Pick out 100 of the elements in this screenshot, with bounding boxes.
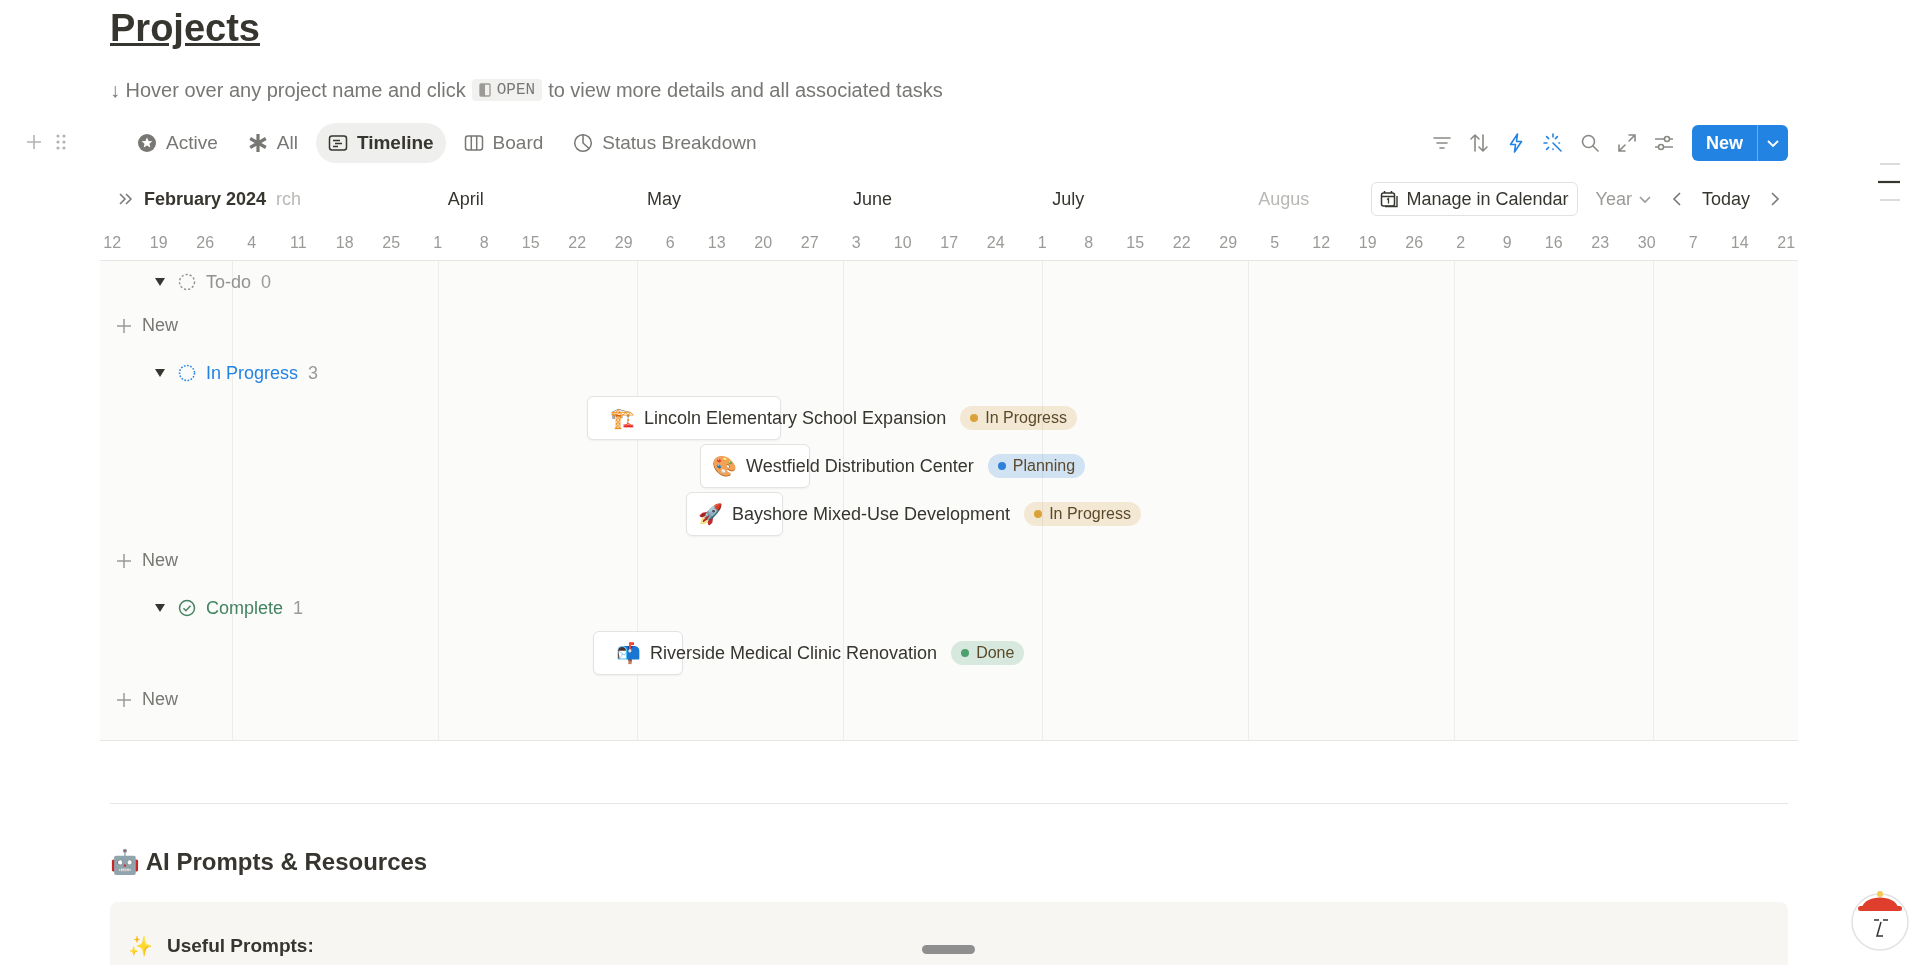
hint-text: ↓ Hover over any project name and click <box>110 78 466 102</box>
view-tab[interactable]: Status Breakdown <box>561 123 769 163</box>
manage-calendar-button[interactable]: Manage in Calendar <box>1371 182 1578 216</box>
date-label: 8 <box>1083 233 1095 253</box>
new-button[interactable]: New <box>1692 125 1788 161</box>
view-tab[interactable]: All <box>235 123 310 163</box>
group-label: To-do <box>206 271 252 293</box>
date-label: 18 <box>334 233 355 253</box>
view-tab[interactable]: Board <box>451 123 556 163</box>
project-name[interactable]: Bayshore Mixed-Use Development <box>732 503 1011 525</box>
date-label: 29 <box>1218 233 1239 253</box>
date-label: 29 <box>613 233 634 253</box>
date-label: 30 <box>1636 233 1657 253</box>
date-label: 23 <box>1590 233 1611 253</box>
month-label: June <box>852 188 892 211</box>
date-label: 22 <box>1171 233 1192 253</box>
month-label: Augus <box>1258 188 1310 211</box>
plus-icon <box>116 317 132 334</box>
status-tag: Planning <box>987 454 1086 478</box>
date-label: 14 <box>1729 233 1750 253</box>
new-item-button[interactable]: New <box>110 549 184 572</box>
date-label: 16 <box>1543 233 1564 253</box>
date-label: 26 <box>195 233 216 253</box>
date-label: 19 <box>1357 233 1378 253</box>
date-label: 19 <box>148 233 169 253</box>
date-label: 4 <box>246 233 258 253</box>
date-label: 12 <box>1311 233 1332 253</box>
date-label: 15 <box>520 233 541 253</box>
hint-text: to view more details and all associated tasks <box>548 78 943 102</box>
month-label: rch <box>276 188 301 211</box>
date-label: 10 <box>892 233 913 253</box>
view-tab[interactable]: Active <box>125 123 230 163</box>
date-label: 9 <box>1501 233 1513 253</box>
drag-handle-icon[interactable] <box>55 133 67 151</box>
date-label: 11 <box>288 233 308 253</box>
triangle-icon <box>154 602 166 614</box>
scroll-handle[interactable] <box>922 945 975 954</box>
project-emoji-icon: 🎨 <box>712 454 736 478</box>
group-label: Complete <box>206 597 284 619</box>
date-label: 20 <box>753 233 774 253</box>
date-label: 17 <box>939 233 960 253</box>
date-label: 6 <box>664 233 676 253</box>
date-label: 13 <box>706 233 727 253</box>
project-name[interactable]: Riverside Medical Clinic Renovation <box>650 642 938 664</box>
project-emoji-icon: 🚀 <box>698 502 722 526</box>
outline-icon[interactable] <box>1876 160 1900 204</box>
group-count: 0 <box>261 271 272 293</box>
month-label: July <box>1052 188 1085 211</box>
month-label: April <box>447 188 484 211</box>
project-emoji-icon: 🏗 <box>610 406 634 430</box>
sparkle-wand-icon[interactable] <box>1541 131 1565 155</box>
check-circle-icon <box>178 599 196 617</box>
open-chip: OPEN <box>471 79 543 101</box>
month-label: May <box>647 188 682 211</box>
date-label: 22 <box>567 233 588 253</box>
chevron-right-icon[interactable] <box>1768 191 1782 207</box>
new-item-button[interactable]: New <box>110 314 184 337</box>
columns-icon <box>463 133 484 153</box>
triangle-icon <box>154 367 166 379</box>
status-tag: Done <box>951 641 1025 665</box>
group-label: In Progress <box>206 362 299 384</box>
today-button[interactable]: Today <box>1697 184 1754 214</box>
dashed-circle-icon <box>178 273 196 291</box>
project-name[interactable]: Lincoln Elementary School Expansion <box>644 407 947 429</box>
status-tag: In Progress <box>1024 502 1141 526</box>
sort-icon[interactable] <box>1467 131 1491 155</box>
panel-icon <box>478 83 491 97</box>
asterisk-icon <box>247 133 268 153</box>
section-heading: 🤖 AI Prompts & Resources <box>110 847 429 877</box>
date-label: 15 <box>1125 233 1146 253</box>
callout-title: Useful Prompts: <box>167 934 314 958</box>
timeline-icon <box>327 133 348 153</box>
double-chevron-icon[interactable] <box>118 191 134 207</box>
calendar-icon <box>1380 190 1399 208</box>
pie-chart-icon <box>573 133 594 153</box>
date-label: 21 <box>1776 233 1797 253</box>
date-label: 7 <box>1687 233 1699 253</box>
project-emoji-icon: 📬 <box>616 641 640 665</box>
plus-icon <box>116 552 132 569</box>
page-title: Projects <box>110 6 260 50</box>
date-label: 12 <box>102 233 123 253</box>
date-label: 27 <box>799 233 820 253</box>
project-name[interactable]: Westfield Distribution Center <box>746 455 974 477</box>
group-count: 3 <box>308 362 319 384</box>
date-label: 25 <box>381 233 402 253</box>
date-label: 8 <box>478 233 490 253</box>
plus-icon <box>116 691 132 708</box>
scale-dropdown[interactable]: Year <box>1591 184 1656 214</box>
triangle-icon <box>154 276 166 288</box>
new-item-button[interactable]: New <box>110 688 184 711</box>
date-label: 5 <box>1269 233 1281 253</box>
expand-icon[interactable] <box>1615 131 1639 155</box>
period-label: February 2024 <box>144 188 267 210</box>
view-tab[interactable]: Timeline <box>315 123 446 163</box>
date-label: 1 <box>432 233 444 253</box>
date-label: 26 <box>1404 233 1425 253</box>
date-label: 2 <box>1455 233 1467 253</box>
date-label: 1 <box>1036 233 1048 253</box>
status-tag: In Progress <box>960 406 1077 430</box>
star-circle-icon <box>137 133 157 153</box>
